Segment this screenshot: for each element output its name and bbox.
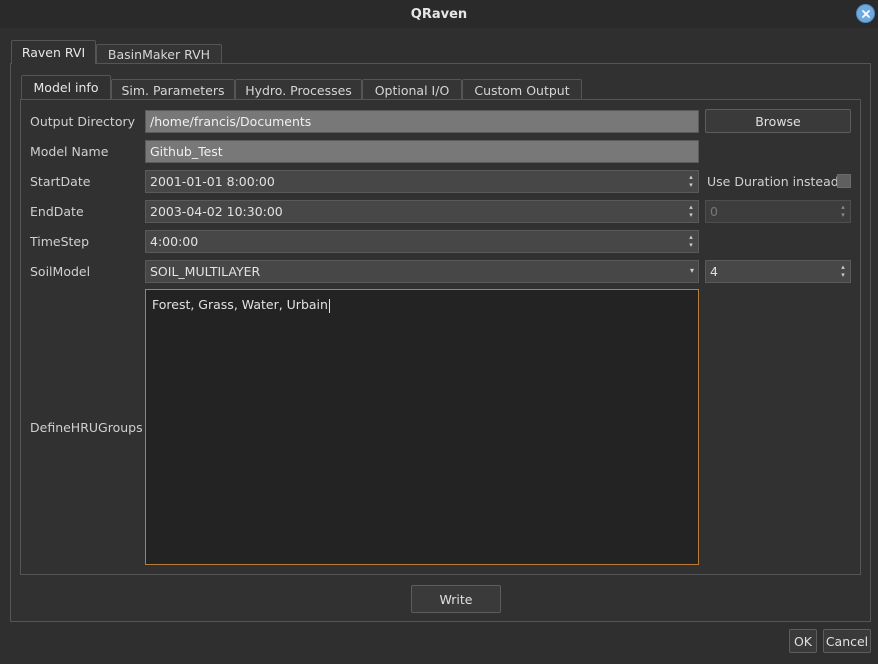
title-bar: QRaven <box>0 0 878 28</box>
ok-button[interactable]: OK <box>789 629 817 653</box>
time-step-field[interactable]: 4:00:00 ▴ ▾ <box>145 230 699 253</box>
soil-model-value: SOIL_MULTILAYER <box>150 264 261 279</box>
spin-down-icon[interactable]: ▾ <box>689 182 693 189</box>
spin-down-icon: ▾ <box>841 211 845 219</box>
spin-up-icon[interactable]: ▴ <box>689 174 693 181</box>
tab-label: Sim. Parameters <box>121 82 225 98</box>
soil-layers-field[interactable]: 4 ▴ ▾ <box>705 260 851 283</box>
tab-custom-output[interactable]: Custom Output <box>462 79 582 100</box>
spin-down-icon[interactable]: ▾ <box>689 212 693 219</box>
write-button[interactable]: Write <box>411 585 501 613</box>
output-directory-field[interactable]: /home/francis/Documents <box>145 110 699 133</box>
tab-label: Optional I/O <box>374 82 450 98</box>
tab-label: Custom Output <box>474 82 570 98</box>
tab-label: BasinMaker RVH <box>107 47 211 62</box>
soil-model-label: SoilModel <box>30 264 91 279</box>
model-name-value: Github_Test <box>150 144 223 159</box>
spin-up-icon[interactable]: ▴ <box>689 234 693 241</box>
close-icon <box>861 9 870 18</box>
hru-groups-textarea[interactable]: Forest, Grass, Water, Urbain <box>145 289 699 565</box>
browse-button[interactable]: Browse <box>705 109 851 133</box>
duration-value: 0 <box>710 204 718 219</box>
start-date-value: 2001-01-01 8:00:00 <box>150 174 275 189</box>
tab-label: Hydro. Processes <box>245 82 352 98</box>
tab-raven-rvi[interactable]: Raven RVI <box>11 40 96 64</box>
close-button[interactable] <box>856 4 875 23</box>
browse-button-label: Browse <box>755 113 801 129</box>
write-button-label: Write <box>439 591 473 607</box>
spin-down-icon[interactable]: ▾ <box>689 242 693 249</box>
soil-model-select[interactable]: SOIL_MULTILAYER ▾ <box>145 260 699 283</box>
start-date-field[interactable]: 2001-01-01 8:00:00 ▴ ▾ <box>145 170 699 193</box>
soil-layers-value: 4 <box>710 264 718 279</box>
hru-groups-text: Forest, Grass, Water, Urbain <box>152 297 328 312</box>
hru-groups-label: DefineHRUGroups <box>30 420 143 435</box>
duration-spinner: ▴ ▾ <box>839 204 847 219</box>
tab-hydro-processes[interactable]: Hydro. Processes <box>235 79 362 100</box>
spin-up-icon[interactable]: ▴ <box>689 204 693 211</box>
model-name-label: Model Name <box>30 144 109 159</box>
output-directory-value: /home/francis/Documents <box>150 114 312 129</box>
tab-label: Raven RVI <box>21 45 86 60</box>
duration-field: 0 ▴ ▾ <box>705 200 851 223</box>
end-date-spinner[interactable]: ▴ ▾ <box>687 204 695 219</box>
soil-layers-spinner[interactable]: ▴ ▾ <box>839 264 847 279</box>
model-name-field[interactable]: Github_Test <box>145 140 699 163</box>
end-date-field[interactable]: 2003-04-02 10:30:00 ▴ ▾ <box>145 200 699 223</box>
time-step-spinner[interactable]: ▴ ▾ <box>687 234 695 249</box>
text-caret <box>328 298 330 313</box>
cancel-button[interactable]: Cancel <box>823 629 871 653</box>
start-date-label: StartDate <box>30 174 91 189</box>
window-title: QRaven <box>410 6 468 22</box>
end-date-value: 2003-04-02 10:30:00 <box>150 204 283 219</box>
spin-up-icon: ▴ <box>841 203 845 211</box>
end-date-label: EndDate <box>30 204 84 219</box>
tab-label: Model info <box>33 80 99 95</box>
output-directory-label: Output Directory <box>30 114 136 129</box>
start-date-spinner[interactable]: ▴ ▾ <box>687 174 695 189</box>
use-duration-checkbox[interactable] <box>837 174 851 188</box>
spin-up-icon[interactable]: ▴ <box>841 264 845 271</box>
tab-sim-parameters[interactable]: Sim. Parameters <box>111 79 235 100</box>
time-step-value: 4:00:00 <box>150 234 199 249</box>
cancel-button-label: Cancel <box>825 633 869 649</box>
dropdown-arrow-icon[interactable]: ▾ <box>690 266 694 275</box>
time-step-label: TimeStep <box>30 234 90 249</box>
tab-basinmaker-rvh[interactable]: BasinMaker RVH <box>96 44 222 64</box>
use-duration-label: Use Duration instead <box>707 174 839 189</box>
tab-optional-io[interactable]: Optional I/O <box>362 79 462 100</box>
spin-down-icon[interactable]: ▾ <box>841 272 845 279</box>
tab-model-info[interactable]: Model info <box>21 75 111 99</box>
ok-button-label: OK <box>793 633 813 649</box>
